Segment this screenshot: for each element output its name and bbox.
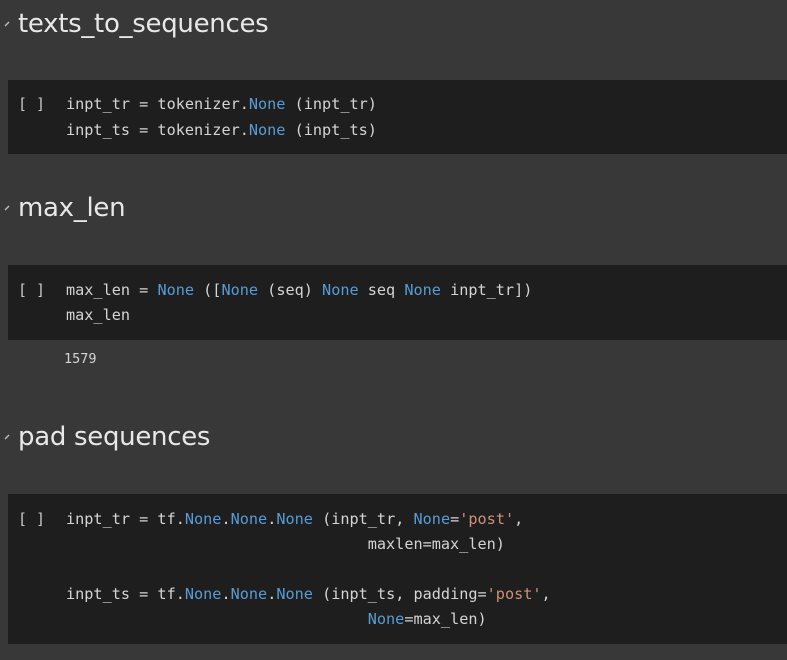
section-heading-pad-sequences[interactable]: pad sequences: [0, 415, 210, 459]
code-line[interactable]: None=max_len): [66, 607, 487, 631]
code-text: ,: [541, 585, 551, 603]
code-text: (inpt_ts, padding=: [312, 585, 487, 603]
code-cell[interactable]: [ ] max_len = None ([None (seq) None seq…: [8, 265, 787, 340]
run-cell-button[interactable]: [ ]: [18, 510, 45, 528]
code-keyword: None: [276, 510, 313, 528]
code-string: 'post': [486, 585, 542, 603]
code-keyword: None: [276, 585, 313, 603]
code-keyword: None: [404, 281, 441, 299]
code-text: .: [221, 585, 231, 603]
code-keyword: None: [230, 510, 268, 528]
code-keyword: None: [322, 281, 359, 299]
code-text: max_len: [66, 306, 131, 324]
code-string: 'post': [459, 510, 515, 528]
code-text: =max_len): [404, 610, 487, 628]
run-cell-button[interactable]: [ ]: [18, 281, 45, 299]
section-title: max_len: [18, 193, 126, 223]
code-keyword: None: [413, 510, 451, 528]
code-text: max_len =: [66, 281, 158, 299]
section-heading-texts-to-sequences[interactable]: texts_to_sequences: [0, 2, 269, 46]
code-text: inpt_ts = tokenizer.: [66, 121, 249, 139]
code-text: (inpt_tr,: [312, 510, 414, 528]
code-cell[interactable]: [ ] inpt_tr = tf.None.None.None (inpt_tr…: [8, 494, 787, 644]
code-text: (inpt_tr): [285, 95, 377, 113]
code-line[interactable]: max_len: [66, 303, 130, 327]
code-keyword: None: [367, 610, 405, 628]
code-cell[interactable]: [ ] inpt_tr = tokenizer.None (inpt_tr) i…: [8, 80, 787, 154]
chevron-down-icon[interactable]: [0, 415, 18, 459]
code-keyword: None: [184, 510, 222, 528]
code-text: (inpt_ts): [285, 121, 377, 139]
code-keyword: None: [248, 95, 286, 113]
code-line[interactable]: inpt_ts = tokenizer.None (inpt_ts): [66, 118, 377, 142]
notebook-page: texts_to_sequences [ ] inpt_tr = tokeniz…: [0, 0, 787, 660]
chevron-down-icon[interactable]: [0, 186, 18, 230]
code-text: (seq): [258, 281, 323, 299]
run-cell-button[interactable]: [ ]: [18, 95, 45, 113]
code-line[interactable]: max_len = None ([None (seq) None seq Non…: [66, 278, 532, 302]
code-text: seq: [358, 281, 405, 299]
code-text: .: [267, 585, 277, 603]
chevron-down-icon[interactable]: [0, 2, 18, 46]
code-text: ([: [194, 281, 222, 299]
code-keyword: None: [157, 281, 195, 299]
code-keyword: None: [184, 585, 222, 603]
code-line[interactable]: inpt_tr = tokenizer.None (inpt_tr): [66, 92, 377, 116]
code-text: ,: [514, 510, 524, 528]
code-keyword: None: [230, 585, 268, 603]
cell-output: 1579: [64, 351, 97, 367]
code-line[interactable]: inpt_tr = tf.None.None.None (inpt_tr, No…: [66, 507, 523, 531]
code-text: inpt_tr = tf.: [66, 510, 185, 528]
code-text: .: [221, 510, 231, 528]
code-text: inpt_tr]): [440, 281, 533, 299]
code-keyword: None: [221, 281, 259, 299]
section-title: texts_to_sequences: [18, 9, 269, 39]
code-keyword: None: [248, 121, 286, 139]
code-text: inpt_ts = tf.: [66, 585, 185, 603]
code-line[interactable]: maxlen=max_len): [66, 532, 505, 556]
code-text: .: [267, 510, 277, 528]
section-title: pad sequences: [18, 422, 211, 452]
code-text: maxlen=max_len): [66, 535, 505, 553]
section-heading-max-len[interactable]: max_len: [0, 186, 126, 230]
code-text: =: [450, 510, 460, 528]
code-line[interactable]: inpt_ts = tf.None.None.None (inpt_ts, pa…: [66, 582, 551, 606]
code-text: inpt_tr = tokenizer.: [66, 95, 249, 113]
